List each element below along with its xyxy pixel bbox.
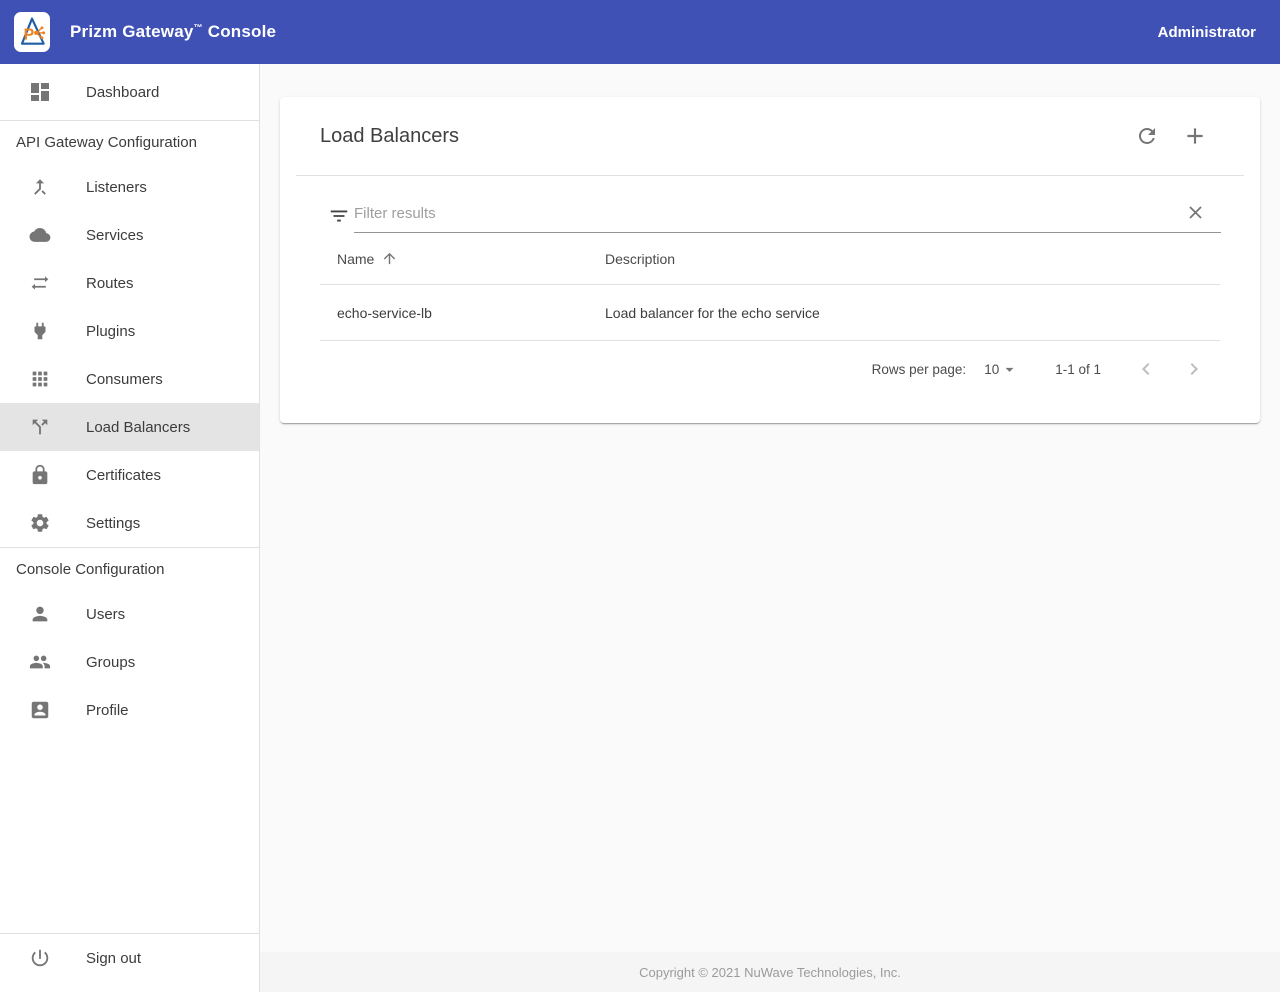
- filter-input[interactable]: [354, 203, 1185, 222]
- sidebar-item-settings[interactable]: Settings: [0, 499, 259, 547]
- cloud-icon: [28, 223, 52, 247]
- sidebar-footer: Sign out: [0, 933, 259, 992]
- swap-arrows-icon: [28, 271, 52, 295]
- filter-bar: [328, 202, 1221, 233]
- sidebar-item-label: Certificates: [86, 467, 161, 484]
- gear-icon: [28, 511, 52, 535]
- sidebar-item-label: Settings: [86, 515, 140, 532]
- plus-icon: [1182, 123, 1208, 149]
- app-title: Prizm Gateway™ Console: [70, 22, 276, 42]
- load-balancers-card: Load Balancers Name: [280, 97, 1260, 423]
- sign-out-button[interactable]: Sign out: [0, 934, 259, 982]
- column-header-name[interactable]: Name: [320, 250, 605, 267]
- filter-field: [354, 202, 1221, 233]
- close-icon: [1185, 202, 1206, 223]
- person-icon: [28, 602, 52, 626]
- paginator-range-label: 1-1 of 1: [1055, 362, 1101, 377]
- account-box-icon: [28, 698, 52, 722]
- sidebar-item-services[interactable]: Services: [0, 211, 259, 259]
- column-header-name-label: Name: [337, 251, 374, 267]
- sidebar-item-label: Consumers: [86, 371, 163, 388]
- app-header: P Prizm Gateway™ Console Administrator: [0, 0, 1280, 64]
- chevron-right-icon: [1182, 357, 1206, 381]
- sidebar-item-profile[interactable]: Profile: [0, 686, 259, 734]
- sort-ascending-icon: [381, 250, 398, 267]
- cell-name: echo-service-lb: [320, 305, 605, 321]
- copyright-footer: Copyright © 2021 NuWave Technologies, In…: [260, 952, 1280, 992]
- sidebar-item-label: Plugins: [86, 323, 135, 340]
- main-content: Load Balancers Name: [260, 64, 1280, 992]
- sidebar-item-label: Profile: [86, 702, 129, 719]
- sidebar-item-consumers[interactable]: Consumers: [0, 355, 259, 403]
- refresh-icon: [1135, 124, 1159, 148]
- sidebar-item-label: Load Balancers: [86, 419, 190, 436]
- next-page-button[interactable]: [1174, 349, 1214, 389]
- page-title: Load Balancers: [320, 125, 1127, 148]
- cell-description: Load balancer for the echo service: [605, 305, 1220, 321]
- apps-grid-icon: [28, 367, 52, 391]
- column-header-description[interactable]: Description: [605, 251, 1220, 267]
- dashboard-icon: [28, 80, 52, 104]
- merge-type-icon: [28, 175, 52, 199]
- lock-icon: [28, 463, 52, 487]
- power-icon: [28, 946, 52, 970]
- sign-out-label: Sign out: [86, 950, 141, 967]
- refresh-button[interactable]: [1127, 116, 1167, 156]
- sidebar-section-console-config: Console Configuration: [0, 548, 259, 590]
- trademark-symbol: ™: [194, 22, 203, 32]
- people-icon: [28, 650, 52, 674]
- app-title-suffix: Console: [208, 22, 276, 41]
- table-row[interactable]: echo-service-lb Load balancer for the ec…: [320, 285, 1220, 341]
- sidebar-item-dashboard[interactable]: Dashboard: [0, 64, 259, 120]
- sidebar-item-routes[interactable]: Routes: [0, 259, 259, 307]
- previous-page-button[interactable]: [1126, 349, 1166, 389]
- chevron-left-icon: [1134, 357, 1158, 381]
- svg-text:P: P: [24, 27, 35, 44]
- sidebar-item-label: Dashboard: [86, 84, 159, 101]
- sidebar-item-label: Routes: [86, 275, 134, 292]
- sidebar-nav: Dashboard API Gateway Configuration List…: [0, 64, 260, 992]
- current-user-label: Administrator: [1158, 24, 1256, 41]
- sidebar-item-load-balancers[interactable]: Load Balancers: [0, 403, 259, 451]
- app-title-main: Prizm Gateway: [70, 22, 194, 41]
- sidebar-item-label: Listeners: [86, 179, 147, 196]
- sidebar-item-plugins[interactable]: Plugins: [0, 307, 259, 355]
- sidebar-item-label: Users: [86, 606, 125, 623]
- rows-per-page-label: Rows per page:: [872, 362, 967, 377]
- chevron-down-icon: [1000, 360, 1019, 379]
- sidebar-item-label: Services: [86, 227, 144, 244]
- paginator: Rows per page: 10 1-1 of 1: [280, 341, 1260, 397]
- add-load-balancer-button[interactable]: [1175, 116, 1215, 156]
- filter-icon: [328, 205, 350, 232]
- clear-filter-button[interactable]: [1185, 202, 1206, 223]
- sidebar-item-users[interactable]: Users: [0, 590, 259, 638]
- rows-per-page-select[interactable]: 10: [984, 360, 1019, 379]
- card-header-divider: [296, 175, 1244, 176]
- call-split-icon: [28, 415, 52, 439]
- prizm-logo-icon: P: [17, 15, 47, 49]
- rows-per-page-value: 10: [984, 362, 999, 377]
- power-plug-icon: [28, 319, 52, 343]
- copyright-text: Copyright © 2021 NuWave Technologies, In…: [639, 965, 901, 980]
- card-header: Load Balancers: [280, 97, 1260, 175]
- sidebar-item-certificates[interactable]: Certificates: [0, 451, 259, 499]
- table-header-row: Name Description: [320, 233, 1220, 285]
- sidebar-item-label: Groups: [86, 654, 135, 671]
- prizm-logo: P: [14, 12, 50, 52]
- load-balancers-table: Name Description echo-service-lb Load ba…: [320, 233, 1220, 341]
- sidebar-section-api-gateway: API Gateway Configuration: [0, 121, 259, 163]
- sidebar-item-groups[interactable]: Groups: [0, 638, 259, 686]
- sidebar-item-listeners[interactable]: Listeners: [0, 163, 259, 211]
